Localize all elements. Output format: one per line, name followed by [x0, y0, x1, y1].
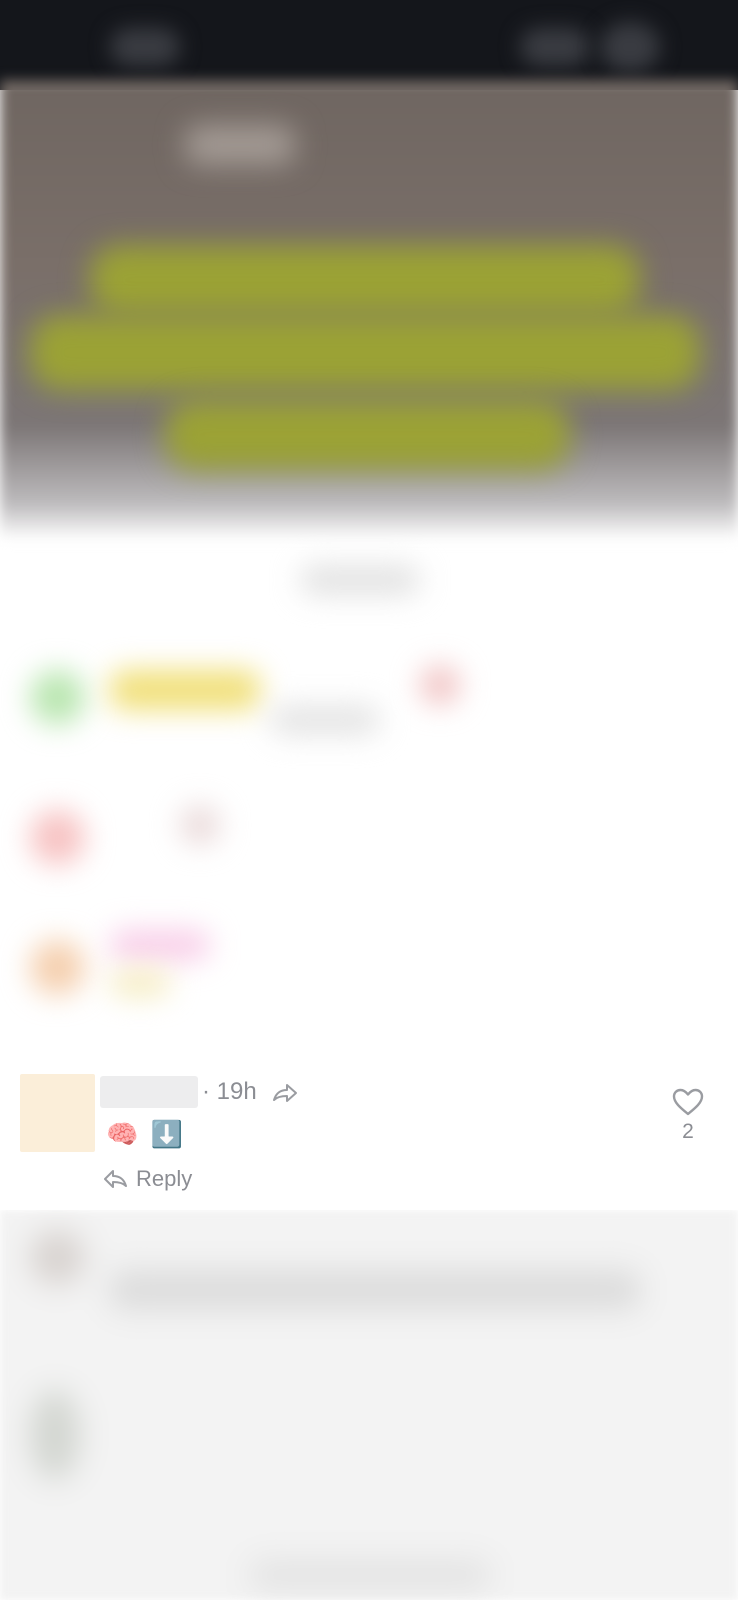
top-navigation-bar	[0, 0, 738, 90]
username-redacted[interactable]	[100, 1076, 198, 1108]
top-left-blurred-control	[110, 28, 180, 66]
blurred-comment-1-text	[270, 705, 380, 735]
blurred-comment-3-name	[110, 930, 210, 960]
blurred-lower-comments	[0, 1210, 738, 1600]
comment-timestamp: · 19h	[202, 1078, 257, 1105]
brain-emoji: 🧠	[106, 1120, 139, 1150]
comment-text: 🧠 ⬇️	[106, 1118, 187, 1152]
down-arrow-emoji: ⬇️	[150, 1120, 184, 1150]
blurred-comment-2-emoji	[180, 805, 220, 845]
blurred-bottom-bar	[250, 1560, 490, 1590]
avatar[interactable]	[20, 1074, 95, 1152]
blurred-caption-line-3	[165, 400, 570, 470]
comment-item: · 19h 🧠 ⬇️ Reply 2	[0, 1072, 738, 1210]
blurred-comment-1-name	[110, 670, 260, 710]
blurred-caption-line-1	[90, 245, 640, 315]
share-arrow-icon[interactable]	[272, 1082, 298, 1104]
top-right-blurred-control	[520, 28, 590, 66]
blurred-avatar-5	[30, 1390, 80, 1480]
like-count: 2	[682, 1120, 694, 1143]
blurred-comment-1-emoji	[420, 665, 460, 705]
reply-label: Reply	[136, 1166, 193, 1191]
blurred-avatar-3	[30, 940, 85, 995]
reply-arrow-icon	[104, 1168, 128, 1190]
blurred-comment-3-text	[110, 970, 170, 996]
blurred-video-label	[185, 125, 295, 165]
reply-button[interactable]: Reply	[104, 1162, 192, 1196]
blurred-comment-4-text	[110, 1270, 640, 1310]
top-right-blurred-icon	[600, 22, 660, 72]
heart-outline-icon	[672, 1088, 704, 1116]
blurred-comment-header	[300, 565, 420, 595]
blurred-avatar-4	[30, 1230, 85, 1285]
like-button[interactable]: 2	[668, 1088, 708, 1144]
blurred-caption-line-2	[30, 315, 700, 390]
blurred-avatar-1	[30, 670, 85, 725]
blurred-avatar-2	[30, 810, 85, 865]
